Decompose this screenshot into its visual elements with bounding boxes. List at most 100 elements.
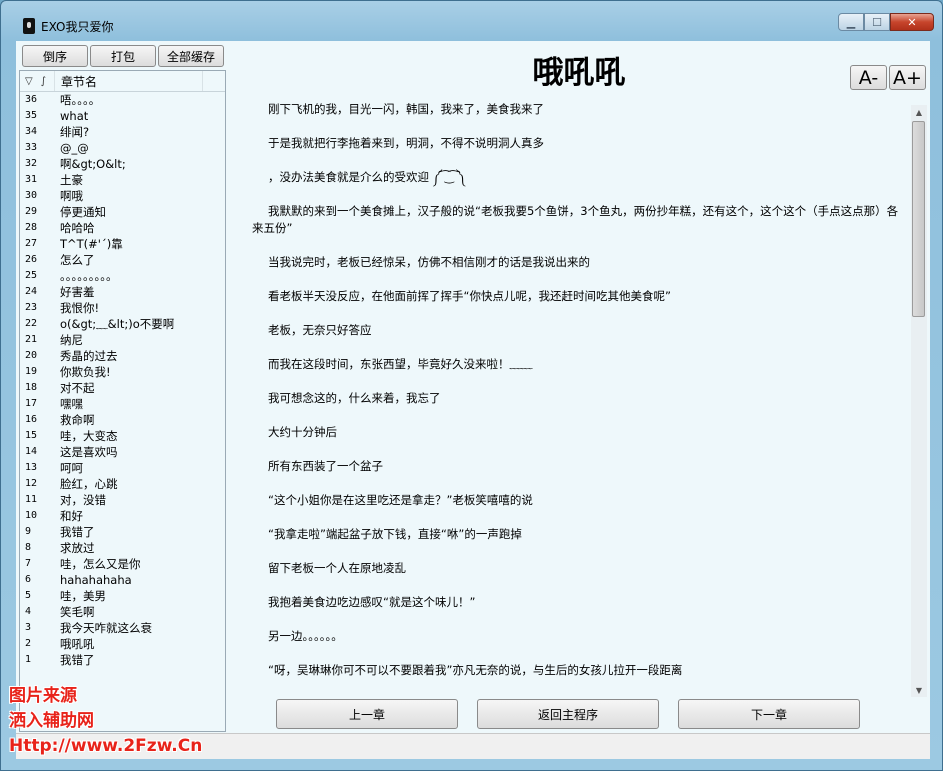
index-column-header[interactable]: ▽ ∫ xyxy=(20,71,54,91)
chapter-list-item[interactable]: 25 。。。。。。。。。 xyxy=(20,268,225,284)
scroll-thumb[interactable] xyxy=(912,121,925,317)
chapter-rows: 36 唔。。。。 35 what 34 绯闻? 33 @_@ 32 啊&gt;O&lt; 31 土豪 3… xyxy=(20,92,225,668)
chapter-index: 36 xyxy=(25,94,38,105)
chapter-list-item[interactable]: 5 哇，美男 xyxy=(20,588,225,604)
content-scrollbar[interactable]: ▲ ▼ xyxy=(911,105,927,697)
name-column-header[interactable]: 章节名 xyxy=(54,71,202,91)
chapter-index: 31 xyxy=(25,174,38,185)
chapter-index: 14 xyxy=(25,446,38,457)
chapter-name: 哦吼吼 xyxy=(60,637,95,651)
chapter-list-item[interactable]: 14 这是喜欢吗 xyxy=(20,444,225,460)
chapter-list-item[interactable]: 19 你欺负我! xyxy=(20,364,225,380)
chapter-index: 15 xyxy=(25,430,38,441)
chapter-name: 对，没错 xyxy=(60,493,106,507)
chapter-list-item[interactable]: 12 脸红，心跳 xyxy=(20,476,225,492)
maximize-button[interactable]: ☐ xyxy=(864,13,890,31)
chapter-name: 土豪 xyxy=(60,173,83,187)
chapter-name: 好害羞 xyxy=(60,285,95,299)
chapter-list-item[interactable]: 3 我今天咋就这么衰 xyxy=(20,620,225,636)
return-home-button[interactable]: 返回主程序 xyxy=(477,699,659,729)
chapter-list-item[interactable]: 24 好害羞 xyxy=(20,284,225,300)
chapter-navigation: 上一章 返回主程序 下一章 xyxy=(276,699,860,729)
chapter-name: T^T(#'ˊ)靠 xyxy=(60,237,123,251)
reverse-order-button[interactable]: 倒序 xyxy=(22,45,88,67)
chapter-list-item[interactable]: 10 和好 xyxy=(20,508,225,524)
chapter-list-item[interactable]: 17 嘿嘿 xyxy=(20,396,225,412)
chapter-paragraph: 所有东西装了一个盆子 xyxy=(268,459,383,473)
chapter-list-item[interactable]: 32 啊&gt;O&lt; xyxy=(20,156,225,172)
chapter-name: 哇，美男 xyxy=(60,589,106,603)
chapter-list-item[interactable]: 27 T^T(#'ˊ)靠 xyxy=(20,236,225,252)
scroll-down-icon[interactable]: ▼ xyxy=(911,683,927,697)
chapter-list-item[interactable]: 33 @_@ xyxy=(20,140,225,156)
chapter-paragraph: 看老板半天没反应，在他面前挥了挥手“你快点儿呢，我还赶时间吃其他美食呢” xyxy=(268,289,671,303)
chapter-paragraph: “呀，吴琳琳你可不可以不要跟着我”亦凡无奈的说，与生后的女孩儿拉开一段距离 xyxy=(268,663,683,677)
chapter-name: 哇，怎么又是你 xyxy=(60,557,141,571)
chapter-list-item[interactable]: 1 我错了 xyxy=(20,652,225,668)
font-decrease-button[interactable]: A- xyxy=(850,65,887,90)
chapter-name: 对不起 xyxy=(60,381,95,395)
chapter-list-item[interactable]: 22 o(&gt;﹏&lt;)o不要啊 xyxy=(20,316,225,332)
chapter-name: 你欺负我! xyxy=(60,365,111,379)
chapter-paragraph: 于是我就把行李拖着来到，明洞，不得不说明洞人真多 xyxy=(268,136,544,150)
prev-chapter-button[interactable]: 上一章 xyxy=(276,699,458,729)
chapter-list-item[interactable]: 28 哈哈哈 xyxy=(20,220,225,236)
chapter-name: 绯闻? xyxy=(60,125,90,139)
next-chapter-button[interactable]: 下一章 xyxy=(678,699,860,729)
chapter-list-item[interactable]: 34 绯闻? xyxy=(20,124,225,140)
chapter-list-item[interactable]: 13 呵呵 xyxy=(20,460,225,476)
chapter-list-item[interactable]: 21 纳尼 xyxy=(20,332,225,348)
chapter-list-item[interactable]: 29 停更通知 xyxy=(20,204,225,220)
app-icon xyxy=(23,18,35,34)
chapter-name: 停更通知 xyxy=(60,205,106,219)
pack-button[interactable]: 打包 xyxy=(90,45,156,67)
chapter-list-item[interactable]: 2 哦吼吼 xyxy=(20,636,225,652)
window-controls: ▁ ☐ ✕ xyxy=(838,13,934,31)
column-divider-icon: ∫ xyxy=(40,75,46,87)
chapter-list[interactable]: ▽ ∫ 章节名 36 唔。。。。 35 what 34 绯闻? 33 @_@ 32 啊&gt;O&… xyxy=(19,70,226,732)
chapter-name: what xyxy=(60,109,89,123)
chapter-name: 嘿嘿 xyxy=(60,397,83,411)
chapter-name: 笑毛啊 xyxy=(60,605,95,619)
scroll-up-icon[interactable]: ▲ xyxy=(911,105,927,119)
chapter-list-item[interactable]: 11 对，没错 xyxy=(20,492,225,508)
chapter-paragraph: 老板，无奈只好答应 xyxy=(268,323,372,337)
chapter-list-item[interactable]: 9 我错了 xyxy=(20,524,225,540)
chapter-list-item[interactable]: 23 我恨你! xyxy=(20,300,225,316)
chapter-content[interactable]: 刚下飞机的我，目光一闪，韩国，我来了，美食我来了 于是我就把行李拖着来到，明洞，不… xyxy=(244,101,905,695)
client-area: 倒序 打包 全部缓存 ▽ ∫ 章节名 36 唔。。。。 35 what 34 绯闻? 33 @… xyxy=(16,41,930,759)
chapter-index: 35 xyxy=(25,110,38,121)
chapter-list-item[interactable]: 6 hahahahaha xyxy=(20,572,225,588)
chapter-list-item[interactable]: 36 唔。。。。 xyxy=(20,92,225,108)
chapter-index: 27 xyxy=(25,238,38,249)
chapter-list-item[interactable]: 8 求放过 xyxy=(20,540,225,556)
chapter-list-item[interactable]: 35 what xyxy=(20,108,225,124)
chapter-name: 怎么了 xyxy=(60,253,95,267)
chapter-list-item[interactable]: 30 啊哦 xyxy=(20,188,225,204)
title-bar[interactable]: EXO我只爱你 ▁ ☐ ✕ xyxy=(1,1,942,39)
close-button[interactable]: ✕ xyxy=(890,13,934,31)
chapter-index: 23 xyxy=(25,302,38,313)
chapter-list-item[interactable]: 18 对不起 xyxy=(20,380,225,396)
chapter-list-item[interactable]: 16 救命啊 xyxy=(20,412,225,428)
header-filler xyxy=(202,71,225,91)
minimize-button[interactable]: ▁ xyxy=(838,13,864,31)
chapter-paragraph: “我拿走啦”端起盆子放下钱，直接“咻”的一声跑掉 xyxy=(268,527,522,541)
chapter-list-item[interactable]: 7 哇，怎么又是你 xyxy=(20,556,225,572)
chapter-paragraph: 我默默的来到一个美食摊上，汉子般的说“老板我要5个鱼饼，3个鱼丸，两份抄年糕，还… xyxy=(252,204,899,235)
chapter-index: 9 xyxy=(25,526,32,537)
chapter-index: 32 xyxy=(25,158,38,169)
chapter-index: 29 xyxy=(25,206,38,217)
cache-all-button[interactable]: 全部缓存 xyxy=(158,45,224,67)
chapter-index: 11 xyxy=(25,494,38,505)
chapter-list-item[interactable]: 26 怎么了 xyxy=(20,252,225,268)
chapter-paragraph: 当我说完时，老板已经惊呆，仿佛不相信刚才的话是我说出来的 xyxy=(268,255,590,269)
font-increase-button[interactable]: A+ xyxy=(889,65,926,90)
chapter-list-item[interactable]: 20 秀晶的过去 xyxy=(20,348,225,364)
chapter-list-item[interactable]: 15 哇，大变态 xyxy=(20,428,225,444)
chapter-paragraph: 刚下飞机的我，目光一闪，韩国，我来了，美食我来了 xyxy=(268,102,544,116)
chapter-list-item[interactable]: 31 土豪 xyxy=(20,172,225,188)
chapter-list-item[interactable]: 4 笑毛啊 xyxy=(20,604,225,620)
chapter-name: 求放过 xyxy=(60,541,95,555)
chapter-name: o(&gt;﹏&lt;)o不要啊 xyxy=(60,317,175,331)
